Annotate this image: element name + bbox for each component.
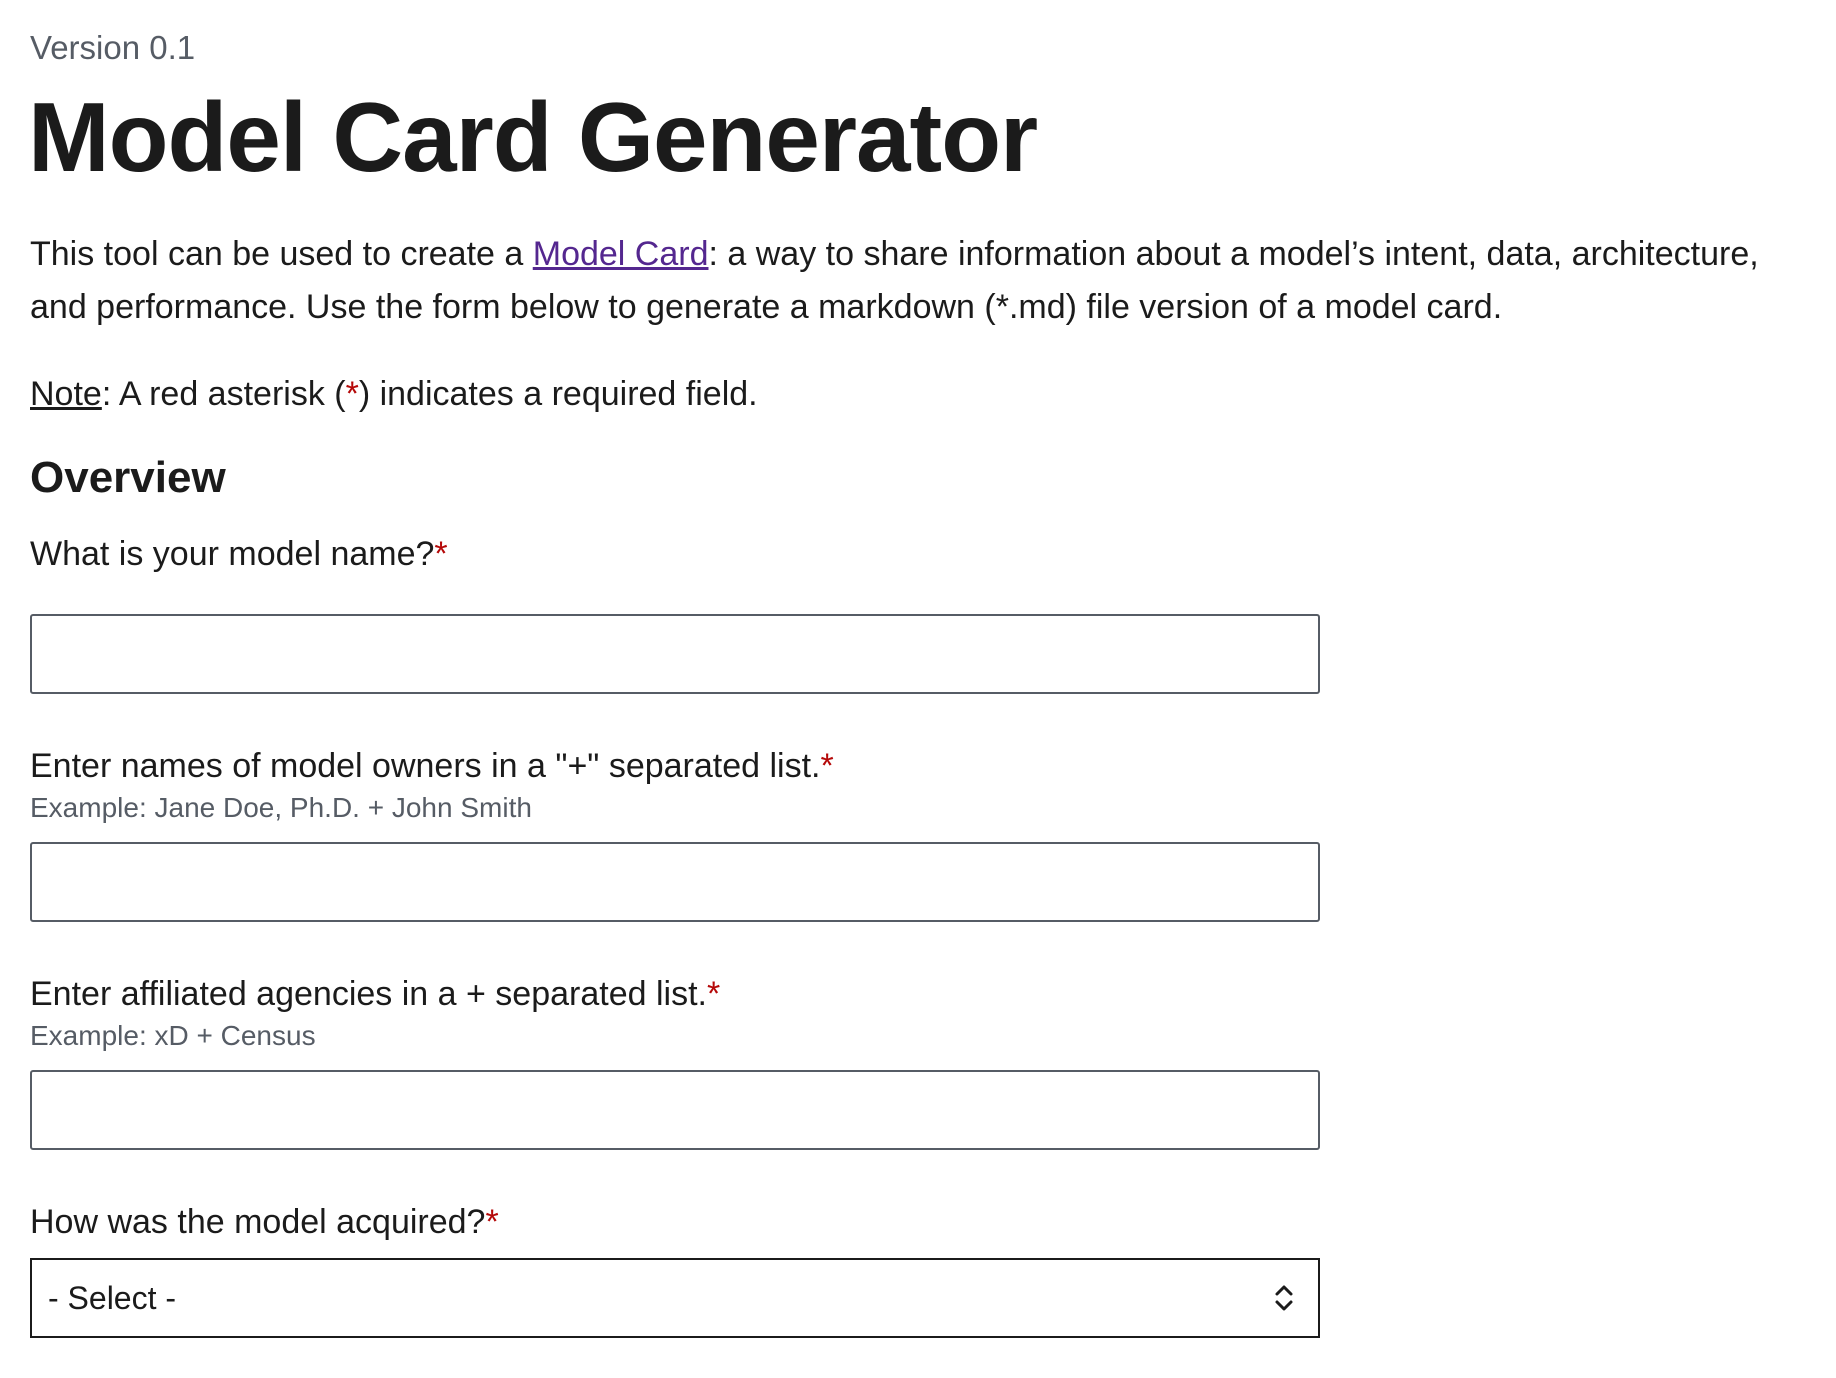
model-card-generator-page: Version 0.1 Model Card Generator This to… xyxy=(0,0,1836,1378)
note-text-end: ) indicates a required field. xyxy=(358,375,758,413)
agencies-label: Enter affiliated agencies in a + separat… xyxy=(30,972,720,1016)
required-asterisk: * xyxy=(434,535,448,573)
note-text-start: : A red asterisk ( xyxy=(101,375,346,413)
model-owners-hint: Example: Jane Doe, Ph.D. + John Smith xyxy=(30,792,532,823)
model-owners-label-text: Enter names of model owners in a "+" sep… xyxy=(30,747,821,785)
model-name-input[interactable] xyxy=(30,614,1320,694)
section-heading-overview: Overview xyxy=(30,453,226,502)
intro-text-start: This tool can be used to create a xyxy=(30,235,533,273)
required-asterisk: * xyxy=(820,747,834,785)
note-label: Note xyxy=(30,375,102,413)
model-owners-input[interactable] xyxy=(30,842,1320,922)
acquired-label-text: How was the model acquired? xyxy=(30,1203,486,1241)
agencies-label-text: Enter affiliated agencies in a + separat… xyxy=(30,975,707,1013)
required-note: Note: A red asterisk (*) indicates a req… xyxy=(30,372,758,416)
acquired-select[interactable]: - Select - xyxy=(30,1258,1320,1338)
intro-paragraph: This tool can be used to create a Model … xyxy=(30,228,1820,334)
acquired-select-value: - Select - xyxy=(48,1280,177,1316)
model-card-link[interactable]: Model Card xyxy=(533,235,709,273)
page-title: Model Card Generator xyxy=(28,82,1038,192)
model-name-label: What is your model name?* xyxy=(30,532,448,576)
model-owners-label: Enter names of model owners in a "+" sep… xyxy=(30,744,834,788)
acquired-label: How was the model acquired?* xyxy=(30,1200,499,1244)
version-label: Version 0.1 xyxy=(30,29,196,66)
required-asterisk: * xyxy=(485,1203,499,1241)
required-asterisk: * xyxy=(345,375,359,413)
required-asterisk: * xyxy=(706,975,721,1013)
agencies-input[interactable] xyxy=(30,1070,1320,1150)
agencies-hint: Example: xD + Census xyxy=(30,1020,316,1051)
model-name-label-text: What is your model name? xyxy=(30,535,435,573)
chevron-up-down-icon xyxy=(1275,1285,1293,1311)
